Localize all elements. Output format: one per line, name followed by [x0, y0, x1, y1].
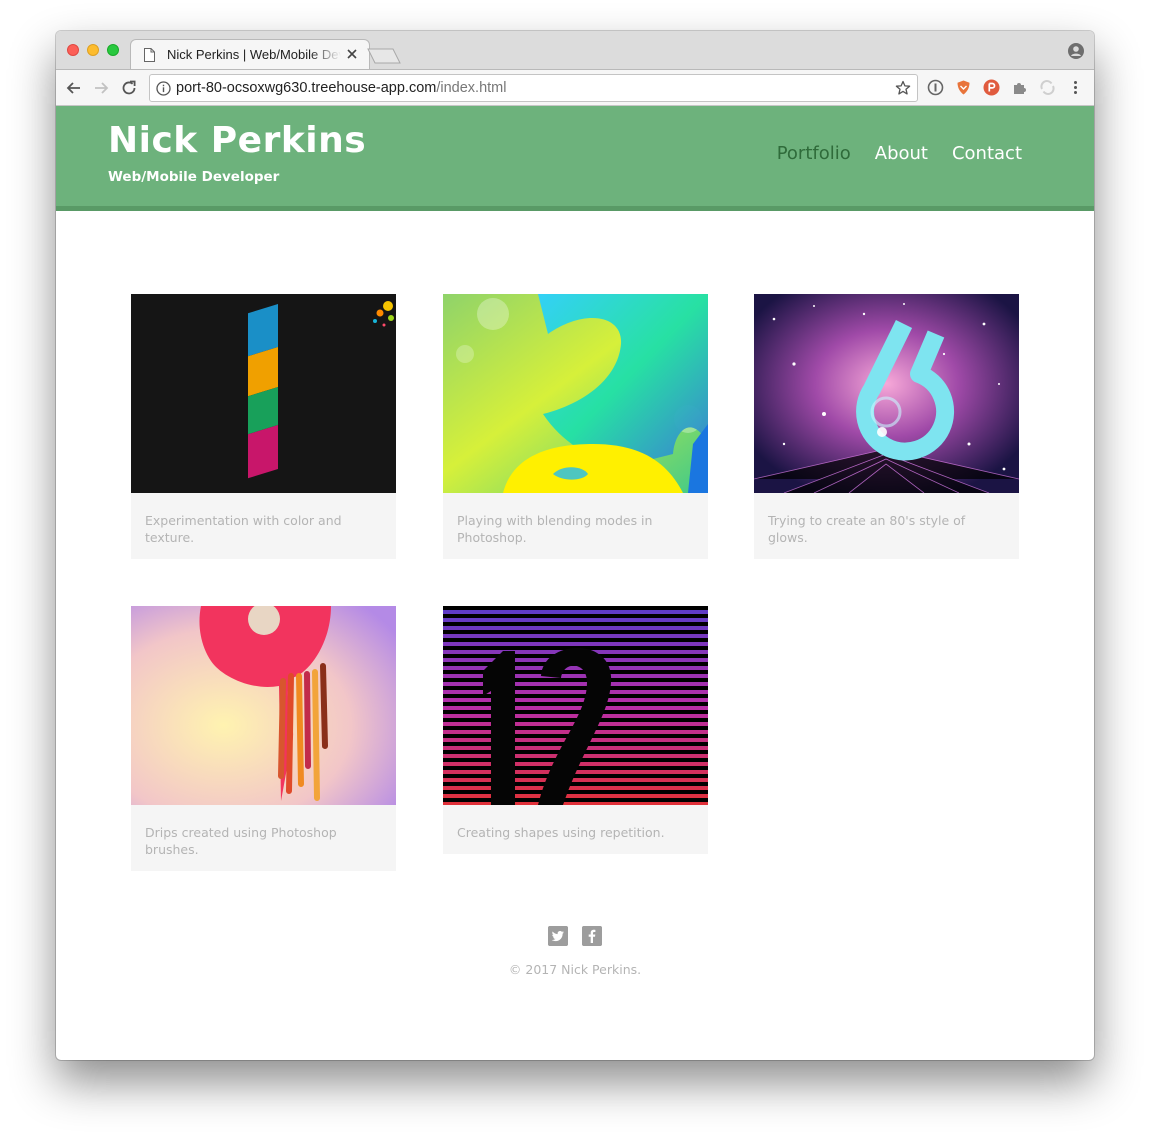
url-host: port-80-ocsoxwg630.treehouse-app.com [176, 80, 437, 96]
nav-about-link[interactable]: About [875, 143, 928, 164]
sync-extension-icon[interactable] [1039, 79, 1056, 96]
url-text: port-80-ocsoxwg630.treehouse-app.com/ind… [176, 80, 506, 96]
site-title[interactable]: Nick Perkins [108, 120, 366, 161]
producthunt-extension-icon[interactable] [983, 79, 1000, 96]
tab-strip: Nick Perkins | Web/Mobile Developer [56, 31, 1094, 69]
gallery-caption: Playing with blending modes in Photoshop… [457, 513, 653, 545]
bookmark-star-icon[interactable] [895, 80, 911, 96]
main-nav: Portfolio About Contact [777, 143, 1022, 164]
shield-extension-icon[interactable] [955, 79, 972, 96]
gallery-item[interactable]: Drips created using Photoshop brushes. [131, 606, 396, 871]
numeral-2-artwork[interactable] [443, 294, 708, 493]
new-tab-button[interactable] [367, 48, 401, 64]
back-icon[interactable] [65, 79, 83, 97]
numeral-1-artwork[interactable] [131, 294, 396, 493]
gallery-caption: Creating shapes using repetition. [457, 825, 665, 840]
gallery-caption: Drips created using Photoshop brushes. [145, 825, 337, 857]
document-icon [144, 48, 155, 62]
browser-window: Nick Perkins | Web/Mobile Developer [56, 31, 1094, 1060]
site-tagline: Web/Mobile Developer [108, 169, 280, 185]
puzzle-extension-icon[interactable] [1011, 79, 1028, 96]
nav-portfolio-link[interactable]: Portfolio [777, 143, 851, 164]
gallery-caption: Experimentation with color and texture. [145, 513, 342, 545]
minimize-window-button[interactable] [87, 44, 99, 56]
browser-tab[interactable]: Nick Perkins | Web/Mobile Developer [130, 39, 370, 69]
forward-icon[interactable] [92, 79, 110, 97]
gallery-item[interactable]: Creating shapes using repetition. [443, 606, 708, 854]
reload-icon[interactable] [120, 79, 138, 97]
numeral-6-artwork[interactable] [754, 294, 1019, 493]
gallery-item[interactable]: Experimentation with color and texture. [131, 294, 396, 559]
numeral-9-artwork[interactable] [131, 606, 396, 805]
close-tab-icon[interactable] [346, 48, 358, 60]
copyright-text: © 2017 Nick Perkins. [508, 962, 642, 977]
gallery-item[interactable]: Trying to create an 80's style of glows. [754, 294, 1019, 559]
address-bar[interactable]: port-80-ocsoxwg630.treehouse-app.com/ind… [149, 74, 918, 102]
nav-contact-link[interactable]: Contact [952, 143, 1022, 164]
gallery-item[interactable]: Playing with blending modes in Photoshop… [443, 294, 708, 559]
onepassword-extension-icon[interactable] [927, 79, 944, 96]
tab-title: Nick Perkins | Web/Mobile Developer [167, 47, 341, 62]
url-path: /index.html [436, 80, 507, 96]
twitter-icon[interactable] [548, 926, 568, 946]
zoom-window-button[interactable] [107, 44, 119, 56]
close-window-button[interactable] [67, 44, 79, 56]
gallery-caption: Trying to create an 80's style of glows. [768, 513, 966, 545]
numeral-12-artwork[interactable] [443, 606, 708, 805]
browser-toolbar: port-80-ocsoxwg630.treehouse-app.com/ind… [56, 69, 1094, 106]
profile-icon[interactable] [1068, 43, 1084, 59]
menu-dots-icon[interactable] [1067, 79, 1084, 96]
facebook-icon[interactable] [582, 926, 602, 946]
site-header: Nick Perkins Web/Mobile Developer Portfo… [56, 106, 1094, 211]
site-info-icon[interactable] [156, 81, 171, 96]
